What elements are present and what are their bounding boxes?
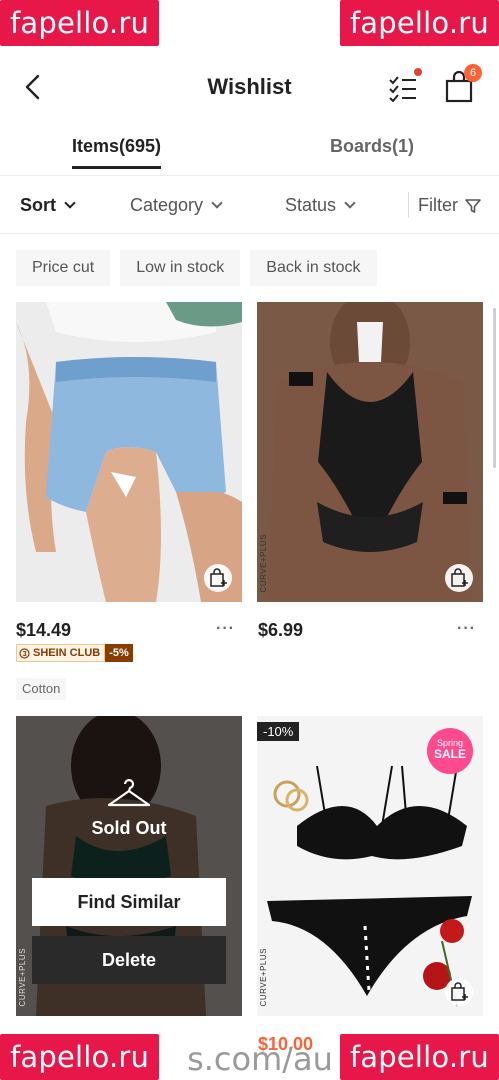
product-card[interactable]: Sold Out Find Similar Delete CURVE+PLUS	[16, 716, 242, 1016]
chip-price-cut[interactable]: Price cut	[16, 250, 111, 286]
chip-back-in-stock[interactable]: Back in stock	[250, 250, 377, 286]
watermark-top-right: fapello.ru	[339, 0, 499, 46]
add-to-bag-icon	[451, 982, 468, 1001]
club-logo-icon	[19, 647, 30, 659]
club-name: SHEIN CLUB	[33, 647, 101, 659]
chip-low-in-stock[interactable]: Low in stock	[120, 250, 241, 286]
spring-sale-badge: Spring SALE	[427, 728, 473, 774]
cart-count-badge: 6	[464, 64, 482, 82]
club-label: SHEIN CLUB	[16, 644, 106, 662]
top-navigation-bar: Wishlist 6	[0, 58, 499, 118]
add-to-bag-icon	[451, 568, 468, 587]
product-image[interactable]: Sold Out Find Similar Delete CURVE+PLUS	[16, 716, 242, 1016]
watermark-bottom-left: fapello.ru	[0, 1034, 160, 1080]
product-price: $6.99	[258, 620, 304, 640]
tab-items[interactable]: Items(695)	[72, 136, 162, 169]
checklist-icon[interactable]	[388, 74, 418, 102]
filter-label: Filter	[418, 195, 458, 215]
club-discount: -5%	[105, 644, 133, 662]
sold-out-label: Sold Out	[91, 818, 167, 838]
material-tag: Cotton	[16, 678, 67, 700]
chevron-down-icon	[211, 197, 223, 209]
notification-dot	[414, 68, 422, 76]
status-label: Status	[285, 195, 337, 215]
add-to-bag-icon	[210, 568, 227, 587]
shein-club-badge: SHEIN CLUB -5%	[16, 644, 133, 662]
hanger-icon	[107, 779, 151, 807]
product-price: $14.49	[16, 620, 72, 640]
discount-badge: -10%	[257, 722, 300, 741]
divider	[408, 192, 409, 218]
filter-bar: Sort Category Status Filter	[0, 178, 499, 234]
add-to-cart-button[interactable]	[445, 978, 473, 1006]
product-card[interactable]: CURVE+PLUS	[257, 302, 483, 602]
category-dropdown[interactable]: Category	[130, 195, 223, 216]
category-label: Category	[130, 195, 204, 215]
status-dropdown[interactable]: Status	[285, 195, 356, 216]
tab-boards[interactable]: Boards(1)	[330, 136, 414, 157]
brand-label: CURVE+PLUS	[18, 947, 27, 1006]
brand-label: CURVE+PLUS	[259, 533, 268, 592]
add-to-cart-button[interactable]	[445, 564, 473, 592]
find-similar-button[interactable]: Find Similar	[32, 878, 226, 926]
product-card[interactable]: -10% Spring SALE CURVE+PLUS	[257, 716, 483, 1016]
filter-button[interactable]: Filter	[418, 195, 482, 216]
sort-dropdown[interactable]: Sort	[20, 195, 76, 216]
brand-label: CURVE+PLUS	[259, 947, 268, 1006]
sort-label: Sort	[20, 195, 56, 215]
watermark-bottom-right: fapello.ru	[339, 1034, 499, 1080]
scrollbar[interactable]	[493, 308, 496, 468]
watermark-top-left: fapello.ru	[0, 0, 160, 46]
chevron-down-icon	[64, 197, 76, 209]
product-image[interactable]: -10% Spring SALE CURVE+PLUS	[257, 716, 483, 1016]
chevron-down-icon	[344, 197, 356, 209]
product-card[interactable]	[16, 302, 242, 602]
more-options-icon[interactable]: ···	[457, 620, 476, 638]
add-to-cart-button[interactable]	[204, 564, 232, 592]
more-options-icon[interactable]: ···	[216, 620, 235, 638]
sale-main-text: SALE	[433, 747, 466, 761]
wishlist-tabs: Items(695) Boards(1)	[0, 130, 499, 176]
product-image[interactable]	[16, 302, 242, 602]
quick-filter-chips: Price cut Low in stock Back in stock	[16, 250, 377, 286]
delete-button[interactable]: Delete	[32, 936, 226, 984]
product-image[interactable]: CURVE+PLUS	[257, 302, 483, 602]
page-title: Wishlist	[207, 74, 292, 99]
funnel-icon	[465, 198, 481, 213]
